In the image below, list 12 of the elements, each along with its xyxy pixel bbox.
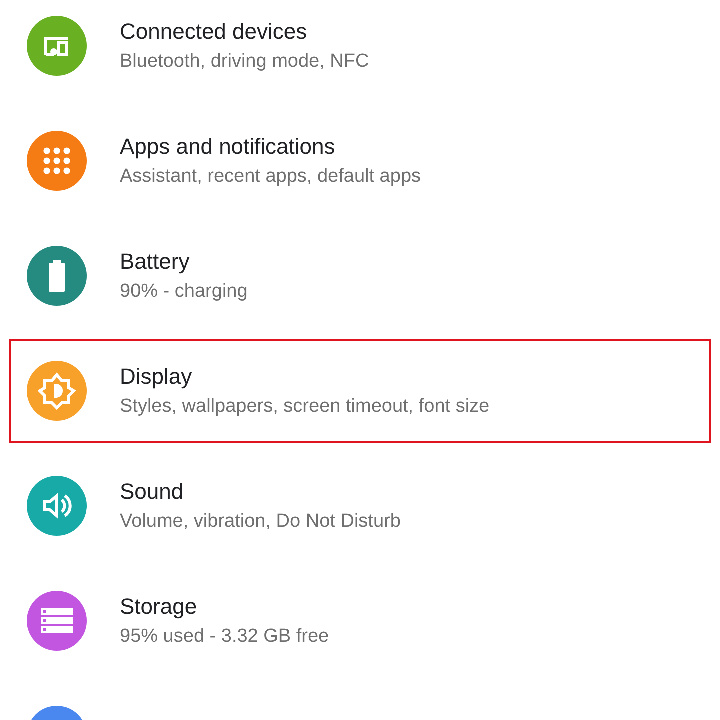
setting-title[interactable]: Storage	[120, 592, 330, 622]
setting-title[interactable]: Battery	[120, 246, 248, 276]
setting-summary: Volume, vibration, Do Not Disturb	[120, 510, 401, 534]
setting-summary: 90% - charging	[120, 280, 248, 304]
setting-summary: Assistant, recent apps, default apps	[120, 164, 422, 188]
setting-title[interactable]: Connected devices	[120, 16, 370, 46]
setting-summary: 95% used - 3.32 GB free	[120, 624, 330, 648]
setting-summary: Styles, wallpapers, screen timeout, font size	[120, 394, 490, 418]
setting-title[interactable]: Apps and notifications	[120, 132, 422, 162]
setting-summary: Bluetooth, driving mode, NFC	[120, 50, 370, 74]
setting-title[interactable]: Display	[120, 362, 490, 392]
setting-title[interactable]: Sound	[120, 476, 401, 506]
